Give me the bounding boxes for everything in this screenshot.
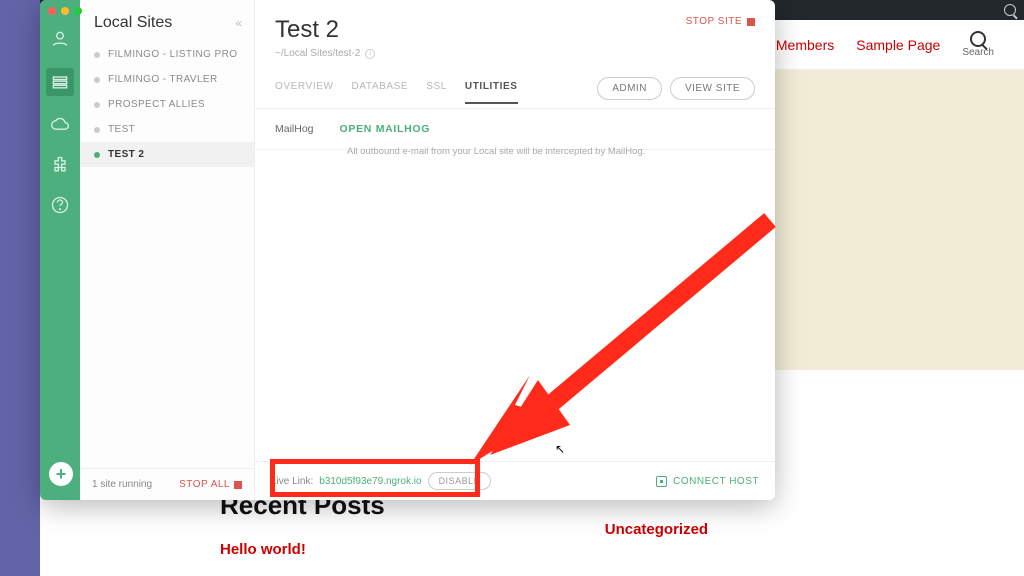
teams-sidebar [0, 0, 40, 576]
profile-icon[interactable] [49, 28, 71, 50]
window-controls[interactable] [48, 7, 82, 15]
site-list: FILMINGO - LISTING PRO FILMINGO - TRAVLE… [80, 42, 254, 167]
tab-overview[interactable]: OVERVIEW [275, 81, 334, 104]
category-uncategorized[interactable]: Uncategorized [605, 521, 739, 538]
post-link-hello[interactable]: Hello world! [220, 541, 385, 558]
mailhog-label: MailHog [275, 123, 314, 135]
live-link-url[interactable]: b310d5f93e79.ngrok.io [319, 476, 421, 487]
site-item[interactable]: FILMINGO - TRAVLER [80, 67, 254, 92]
cloud-icon[interactable] [49, 114, 71, 136]
site-search[interactable]: Search [962, 31, 994, 58]
live-link-section: Live Link: b310d5f93e79.ngrok.io DISABLE [271, 472, 491, 490]
site-tabs: OVERVIEW DATABASE SSL UTILITIES [275, 81, 518, 104]
sidebar-title: Local Sites [94, 14, 172, 32]
site-item-selected[interactable]: TEST 2 [80, 142, 254, 167]
help-icon[interactable] [49, 194, 71, 216]
sites-icon[interactable] [46, 68, 74, 96]
addons-icon[interactable] [49, 154, 71, 176]
site-item[interactable]: TEST [80, 117, 254, 142]
view-site-button[interactable]: VIEW SITE [670, 77, 755, 100]
nav-sample-page[interactable]: Sample Page [856, 37, 940, 53]
tab-ssl[interactable]: SSL [426, 81, 447, 104]
sites-running-count: 1 site running [92, 479, 152, 490]
mailhog-description: All outbound e-mail from your Local site… [255, 146, 775, 157]
tab-utilities[interactable]: UTILITIES [465, 81, 518, 104]
nav-members[interactable]: Members [776, 37, 834, 53]
wp-search-icon[interactable] [1004, 4, 1016, 16]
mailhog-row: MailHog OPEN MAILHOG [255, 109, 775, 150]
sidebar-footer: 1 site running STOP ALL [80, 468, 254, 500]
add-site-button[interactable]: + [49, 462, 73, 486]
info-icon[interactable]: i [365, 49, 375, 59]
bottom-bar: Live Link: b310d5f93e79.ngrok.io DISABLE… [255, 461, 775, 500]
tab-database[interactable]: DATABASE [352, 81, 409, 104]
local-app-window: + Local Sites « FILMINGO - LISTING PRO F… [40, 0, 775, 500]
site-item[interactable]: FILMINGO - LISTING PRO [80, 42, 254, 67]
stop-site-button[interactable]: STOP SITE [686, 16, 755, 27]
search-icon [970, 31, 986, 47]
stop-all-button[interactable]: STOP ALL [179, 479, 242, 490]
collapse-icon[interactable]: « [235, 16, 242, 30]
site-item[interactable]: PROSPECT ALLIES [80, 92, 254, 117]
sites-sidebar: Local Sites « FILMINGO - LISTING PRO FIL… [80, 0, 255, 500]
disable-button[interactable]: DISABLE [428, 472, 492, 490]
live-link-label: Live Link: [271, 476, 313, 487]
connect-host-button[interactable]: CONNECT HOST [656, 476, 759, 487]
site-title: Test 2 [275, 16, 339, 44]
icon-rail: + [40, 0, 80, 500]
open-mailhog-link[interactable]: OPEN MAILHOG [340, 123, 431, 135]
site-main-panel: Test 2 STOP SITE ~/Local Sites/test-2 i … [255, 0, 775, 500]
host-icon [656, 476, 667, 487]
admin-button[interactable]: ADMIN [597, 77, 662, 100]
search-label: Search [962, 47, 994, 58]
mouse-cursor: ↖ [555, 442, 565, 456]
site-path[interactable]: ~/Local Sites/test-2 i [275, 48, 755, 59]
